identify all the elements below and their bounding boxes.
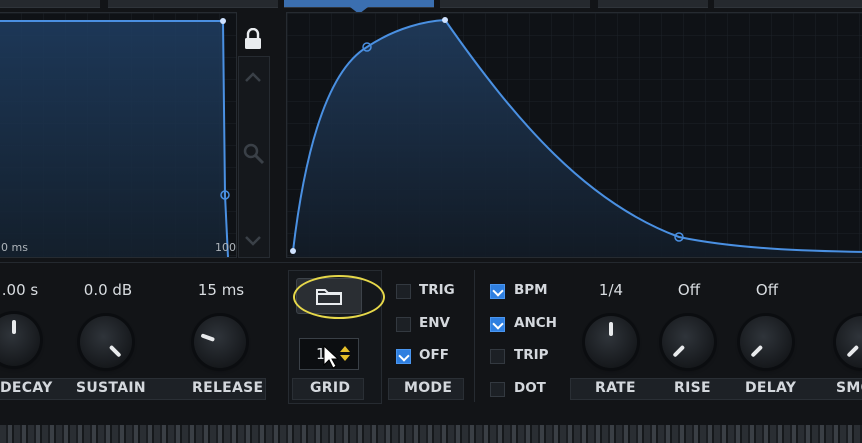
knob-pointer: [750, 344, 764, 358]
sustain-knob[interactable]: [80, 316, 132, 368]
keyboard-strip[interactable]: [0, 425, 862, 443]
time-label: 0 ms: [1, 241, 28, 254]
section-divider: [474, 270, 475, 402]
stepper-arrows-icon[interactable]: [339, 344, 351, 364]
rate-knob[interactable]: [585, 316, 637, 368]
divider: [0, 262, 862, 263]
knob-pointer: [108, 344, 122, 358]
top-tab-5[interactable]: [598, 0, 708, 8]
knob-pointer: [846, 344, 860, 358]
end-label: 100: [215, 241, 236, 254]
highlight-ring: [293, 275, 385, 319]
rise-knob[interactable]: [662, 316, 714, 368]
top-tab-1[interactable]: [0, 0, 100, 8]
envelope-graph[interactable]: 0 ms 100: [0, 12, 237, 258]
top-tab-2[interactable]: [108, 0, 278, 8]
magnifier-icon[interactable]: [242, 142, 266, 166]
mode-env-label: ENV: [419, 315, 450, 331]
smooth-label: SMO: [836, 380, 862, 396]
mode-trig-checkbox[interactable]: [396, 284, 411, 299]
anch-checkbox[interactable]: [490, 317, 505, 332]
top-tab-4[interactable]: [440, 0, 590, 8]
rise-label: RISE: [674, 380, 711, 396]
release-value: 15 ms: [197, 281, 245, 299]
knob-pointer: [200, 333, 216, 342]
decay-label: DECAY: [0, 380, 53, 396]
top-tab-6[interactable]: [714, 0, 862, 8]
release-knob[interactable]: [194, 316, 246, 368]
bpm-checkbox[interactable]: [490, 284, 505, 299]
trip-checkbox[interactable]: [490, 349, 505, 364]
lfo-graph[interactable]: [286, 12, 862, 258]
trip-label: TRIP: [514, 347, 549, 363]
knob-pointer: [672, 344, 686, 358]
mode-trig-label: TRIG: [419, 282, 455, 298]
scroll-up-icon[interactable]: [244, 68, 262, 82]
mode-env-checkbox[interactable]: [396, 317, 411, 332]
anch-label: ANCH: [514, 315, 557, 331]
knob-pointer: [609, 322, 613, 336]
sustain-value: 0.0 dB: [83, 281, 133, 299]
smooth-knob[interactable]: [836, 316, 862, 368]
grid-label: GRID: [310, 380, 351, 396]
lock-icon[interactable]: [243, 27, 263, 50]
rise-value: Off: [677, 281, 701, 299]
decay-knob[interactable]: [0, 314, 40, 366]
mouse-cursor-icon: [323, 345, 340, 369]
dot-checkbox[interactable]: [490, 382, 505, 397]
mode-off-label: OFF: [419, 347, 449, 363]
rate-label: RATE: [595, 380, 636, 396]
rate-value: 1/4: [598, 281, 624, 299]
bpm-label: BPM: [514, 282, 548, 298]
knob-pointer: [12, 320, 16, 334]
scroll-down-icon[interactable]: [244, 232, 262, 246]
lfo-graph-svg: [287, 13, 862, 257]
lfo-node[interactable]: [442, 17, 448, 23]
mode-off-checkbox[interactable]: [396, 349, 411, 364]
delay-label: DELAY: [745, 380, 797, 396]
lfo-node[interactable]: [290, 248, 296, 254]
envelope-graph-svg: [0, 13, 236, 257]
delay-knob[interactable]: [740, 316, 792, 368]
release-label: RELEASE: [192, 380, 264, 396]
dot-label: DOT: [514, 380, 546, 396]
decay-value: .00 s: [1, 281, 39, 299]
envelope-node[interactable]: [220, 18, 226, 24]
delay-value: Off: [755, 281, 779, 299]
sustain-label: SUSTAIN: [76, 380, 146, 396]
grid-stepper[interactable]: 1: [299, 338, 359, 370]
mode-label: MODE: [404, 380, 453, 396]
